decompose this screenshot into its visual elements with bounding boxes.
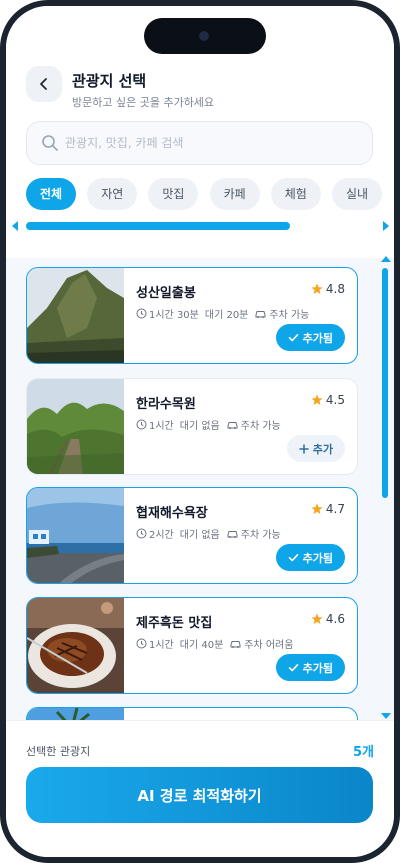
place-name: 제주흑돈 맛집 (136, 616, 213, 631)
place-meta: 2시간 대기 없음 주차 가능 (136, 526, 281, 541)
wait-text: 대기 없음 (179, 530, 220, 541)
scroll-up-arrow-icon[interactable] (380, 254, 392, 264)
place-rating: 4.7 (311, 502, 345, 516)
check-icon (288, 554, 298, 562)
selected-count: 5개 (352, 745, 374, 760)
clock-icon (136, 638, 147, 649)
place-card[interactable]: 협재해수욕장 4.7 2시간 대기 없음 주차 가능 추가됨 (26, 487, 358, 584)
phone-frame: 관광지 선택 방문하고 싶은 곳을 추가하세요 전체 자연 맛집 카페 체험 실… (0, 0, 400, 863)
rating-value: 4.5 (325, 393, 345, 407)
page-subtitle: 방문하고 싶은 곳을 추가하세요 (72, 96, 215, 109)
camera-icon (199, 31, 209, 41)
search-box[interactable] (26, 121, 373, 165)
sea-cliff-photo (27, 268, 124, 363)
search-input[interactable] (65, 132, 355, 154)
place-rating: 4.5 (311, 393, 345, 407)
car-icon (230, 640, 241, 648)
back-button[interactable] (26, 66, 62, 102)
coastal-road-photo (27, 488, 124, 583)
check-icon (288, 334, 298, 342)
star-icon (311, 613, 323, 624)
place-list: 성산일출봉 4.8 1시간 30분 대기 20분 주차 가능 추가됨 한라수목원… (6, 258, 394, 720)
added-button-label: 추가됨 (302, 551, 333, 565)
scroll-right-arrow-icon[interactable] (381, 220, 391, 232)
rating-value: 4.8 (325, 282, 345, 296)
star-icon (311, 394, 323, 405)
place-meta: 1시간 30분 대기 20분 주차 가능 (136, 306, 309, 321)
duration-text: 1시간 30분 (149, 310, 199, 321)
place-meta: 1시간 대기 없음 주차 가능 (136, 417, 281, 432)
parking-text: 주차 가능 (269, 310, 310, 321)
place-rating: 4.8 (311, 282, 345, 296)
filter-chip-cafe[interactable]: 카페 (209, 178, 260, 210)
wait-text: 대기 없음 (179, 421, 220, 432)
scroll-left-arrow-icon[interactable] (10, 220, 20, 232)
search-icon (42, 135, 58, 151)
bottom-bar: 선택한 관광지 5개 AI 경로 최적화하기 (6, 720, 394, 857)
added-button[interactable]: 추가됨 (275, 654, 345, 681)
wait-text: 대기 20분 (204, 310, 249, 321)
duration-text: 2시간 (149, 530, 174, 541)
page-title: 관광지 선택 (72, 72, 147, 90)
add-button[interactable]: 추가 (286, 435, 345, 462)
filter-chips: 전체 자연 맛집 카페 체험 실내 (26, 178, 394, 210)
place-card[interactable] (26, 707, 358, 720)
place-card[interactable]: 제주흑돈 맛집 4.6 1시간 대기 40분 주차 어려움 추가됨 (26, 597, 358, 694)
parking-text: 주차 가능 (240, 421, 281, 432)
filter-chip-food[interactable]: 맛집 (148, 178, 199, 210)
added-button-label: 추가됨 (302, 331, 333, 345)
camera-notch (144, 18, 266, 54)
added-button[interactable]: 추가됨 (275, 544, 345, 571)
car-icon (255, 310, 266, 318)
chevron-left-icon (40, 78, 47, 90)
palm-tree-photo (27, 708, 124, 720)
rating-value: 4.6 (325, 612, 345, 626)
rating-value: 4.7 (325, 502, 345, 516)
car-icon (227, 421, 238, 429)
duration-text: 1시간 (149, 640, 174, 651)
optimize-route-button[interactable]: AI 경로 최적화하기 (26, 767, 373, 823)
parking-text: 주차 어려움 (244, 640, 294, 651)
place-card[interactable]: 성산일출봉 4.8 1시간 30분 대기 20분 주차 가능 추가됨 (26, 267, 358, 364)
added-button-label: 추가됨 (302, 661, 333, 675)
filter-chip-indoor[interactable]: 실내 (331, 178, 383, 210)
place-card[interactable]: 한라수목원 4.5 1시간 대기 없음 주차 가능 추가 (26, 378, 358, 475)
place-name: 협재해수욕장 (136, 506, 208, 521)
star-icon (311, 283, 323, 294)
clock-icon (136, 308, 147, 319)
add-button-label: 추가 (312, 442, 333, 456)
place-name: 한라수목원 (136, 397, 196, 412)
filter-chip-nature[interactable]: 자연 (87, 178, 138, 210)
selected-label: 선택한 관광지 (26, 745, 91, 758)
car-icon (227, 530, 238, 538)
place-rating: 4.6 (311, 612, 345, 626)
vertical-scrollbar[interactable] (382, 268, 388, 708)
clock-icon (136, 419, 147, 430)
vertical-scrollbar-thumb[interactable] (382, 268, 388, 498)
horizontal-scrollbar-thumb[interactable] (26, 222, 290, 230)
horizontal-scrollbar[interactable] (26, 222, 376, 230)
food-plate-photo (27, 598, 124, 693)
place-meta: 1시간 대기 40분 주차 어려움 (136, 636, 293, 651)
added-button[interactable]: 추가됨 (275, 324, 345, 351)
check-icon (288, 664, 298, 672)
filter-chip-experience[interactable]: 체험 (270, 178, 321, 210)
place-name: 성산일출봉 (136, 286, 196, 301)
parking-text: 주차 가능 (240, 530, 281, 541)
star-icon (311, 503, 323, 514)
duration-text: 1시간 (149, 421, 174, 432)
clock-icon (136, 528, 147, 539)
wait-text: 대기 40분 (179, 640, 224, 651)
filter-chip-all[interactable]: 전체 (26, 178, 77, 210)
plus-icon (299, 443, 309, 454)
forest-path-photo (27, 379, 124, 474)
